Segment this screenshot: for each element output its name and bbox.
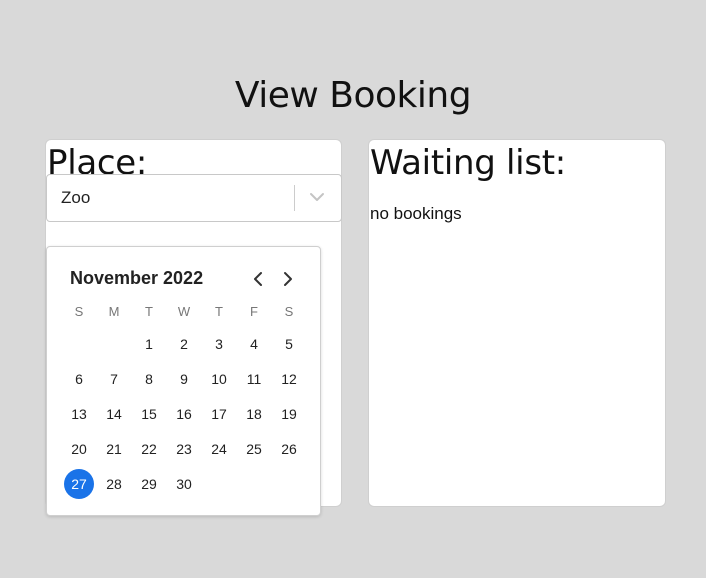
- select-separator: [294, 185, 295, 211]
- weekday-label: T: [145, 304, 153, 319]
- calendar-day[interactable]: 23: [169, 434, 199, 464]
- weekday-label: M: [108, 304, 120, 319]
- waiting-list-heading: Waiting list:: [370, 143, 566, 183]
- weekday-label: F: [250, 304, 258, 319]
- calendar-day[interactable]: 5: [274, 329, 304, 359]
- calendar-day[interactable]: 6: [64, 364, 94, 394]
- calendar-day[interactable]: 12: [274, 364, 304, 394]
- place-select[interactable]: Zoo: [46, 174, 342, 222]
- weekday-label: W: [177, 304, 191, 319]
- calendar-day[interactable]: 15: [134, 399, 164, 429]
- calendar-day[interactable]: 26: [274, 434, 304, 464]
- chevron-down-icon[interactable]: [307, 187, 327, 207]
- calendar-day[interactable]: 14: [99, 399, 129, 429]
- calendar-day[interactable]: 17: [204, 399, 234, 429]
- calendar-day[interactable]: 21: [99, 434, 129, 464]
- calendar-day[interactable]: 22: [134, 434, 164, 464]
- page-title: View Booking: [234, 75, 472, 116]
- waiting-list-empty-text: no bookings: [370, 204, 462, 223]
- calendar-day[interactable]: 1: [134, 329, 164, 359]
- weekday-label: S: [74, 304, 84, 319]
- calendar-day[interactable]: 9: [169, 364, 199, 394]
- calendar-day[interactable]: 29: [134, 469, 164, 499]
- calendar-month-label: November 2022: [70, 268, 204, 288]
- place-select-value: Zoo: [61, 188, 91, 207]
- calendar-day[interactable]: 28: [99, 469, 129, 499]
- calendar-day-selected[interactable]: 27: [64, 469, 94, 499]
- calendar-day[interactable]: 24: [204, 434, 234, 464]
- calendar-day[interactable]: 18: [239, 399, 269, 429]
- calendar-day[interactable]: 11: [239, 364, 269, 394]
- weekday-label: T: [215, 304, 223, 319]
- calendar-day[interactable]: 8: [134, 364, 164, 394]
- calendar-day[interactable]: 10: [204, 364, 234, 394]
- calendar-day[interactable]: 25: [239, 434, 269, 464]
- calendar-day[interactable]: 7: [99, 364, 129, 394]
- calendar-day[interactable]: 20: [64, 434, 94, 464]
- weekday-label: S: [284, 304, 294, 319]
- chevron-right-icon[interactable]: [279, 269, 297, 289]
- calendar-day[interactable]: 13: [64, 399, 94, 429]
- calendar-day[interactable]: 3: [204, 329, 234, 359]
- date-picker: November 2022 S M T W T F S 1 2 3 4 5 6 7 8 9 10 11 12 13 14…: [46, 246, 321, 516]
- calendar-day[interactable]: 30: [169, 469, 199, 499]
- calendar-day[interactable]: 19: [274, 399, 304, 429]
- waiting-list-card: Waiting list: no bookings: [368, 139, 666, 507]
- calendar-day[interactable]: 16: [169, 399, 199, 429]
- calendar-day[interactable]: 4: [239, 329, 269, 359]
- calendar-day[interactable]: 2: [169, 329, 199, 359]
- chevron-left-icon[interactable]: [249, 269, 267, 289]
